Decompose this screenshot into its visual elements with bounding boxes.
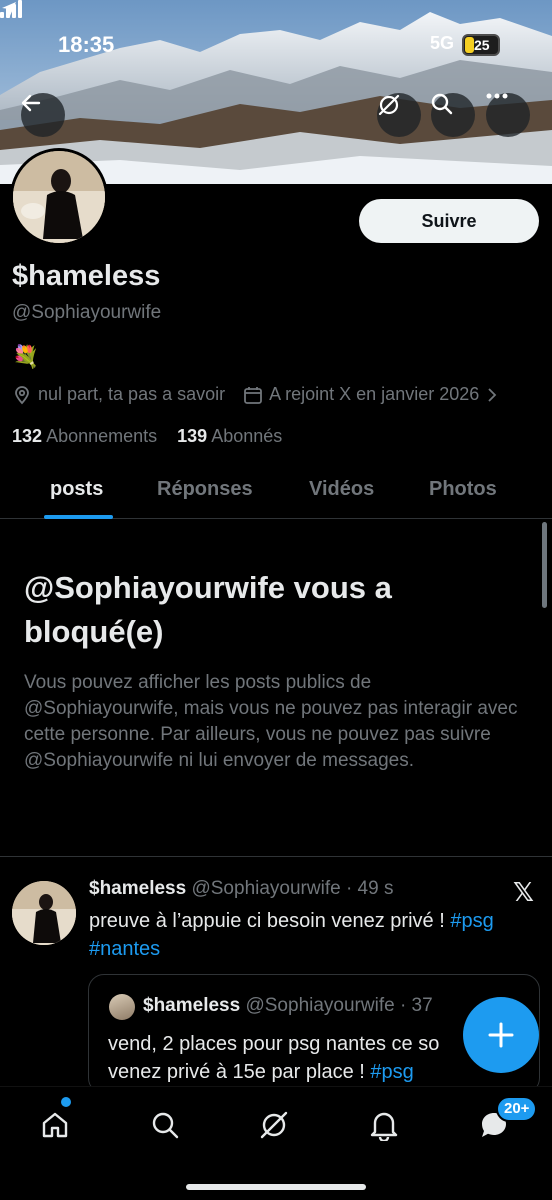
grok-icon	[260, 1111, 288, 1139]
signal-icon	[0, 0, 22, 18]
following-count: 132	[12, 426, 43, 446]
quote-text-line1: vend, 2 places pour psg nantes ce so	[108, 1033, 440, 1055]
tab-videos[interactable]: Vidéos	[309, 478, 374, 501]
blocked-text: Vous pouvez afficher les posts publics d…	[24, 672, 518, 771]
chevron-right-icon[interactable]	[487, 387, 497, 403]
tab-replies[interactable]: Réponses	[157, 478, 253, 501]
back-arrow-icon	[21, 94, 41, 112]
bell-icon	[370, 1112, 398, 1141]
following-link[interactable]: 132 Abonnements	[12, 426, 157, 446]
post-header: $hameless @Sophiayourwife · 49 s	[89, 878, 393, 900]
tab-posts[interactable]: posts	[50, 478, 103, 501]
profile-meta: nul part, ta pas a savoir A rejoint X en…	[12, 384, 503, 405]
battery-percent: 25	[474, 37, 490, 53]
post-text: preuve à l’appuie ci besoin venez privé …	[89, 907, 539, 963]
hashtag-nantes[interactable]: #nantes	[89, 938, 160, 960]
nav-notifications[interactable]	[364, 1105, 404, 1145]
x-logo-icon: 𝕏	[513, 877, 534, 907]
post-text-body: preuve à l’appuie ci besoin venez privé …	[89, 910, 451, 932]
compose-button[interactable]	[463, 997, 539, 1073]
profile-avatar[interactable]	[10, 148, 108, 246]
quote-hashtag-psg[interactable]: #psg	[370, 1061, 413, 1083]
home-icon	[42, 1112, 68, 1138]
network-type: 5G	[430, 33, 455, 53]
status-time: 18:35	[58, 32, 115, 57]
tab-photos[interactable]: Photos	[429, 478, 497, 501]
bottom-nav	[0, 1086, 552, 1200]
more-button[interactable]	[486, 93, 530, 137]
calendar-icon	[243, 385, 263, 405]
profile-name: $hameless	[12, 260, 161, 292]
back-button[interactable]	[21, 93, 65, 137]
status-bar: 18:35 5G 25	[0, 0, 552, 90]
post-meta: @Sophiayourwife · 49 s	[191, 878, 394, 899]
nav-home[interactable]	[35, 1105, 75, 1145]
quote-meta: @Sophiayourwife · 37	[245, 995, 433, 1016]
post-avatar-image	[12, 881, 76, 945]
profile-handle: @Sophiayourwife	[12, 302, 162, 323]
followers-label: Abonnés	[211, 426, 283, 446]
battery-icon: 25	[462, 34, 500, 56]
quote-header: $hameless @Sophiayourwife · 37	[143, 995, 433, 1017]
blocked-title: @Sophiayourwife vous a bloqué(e)	[24, 570, 392, 649]
follow-button[interactable]: Suivre	[359, 199, 539, 243]
battery-level	[465, 37, 474, 53]
home-indicator	[186, 1184, 366, 1190]
divider	[0, 856, 552, 857]
location-icon	[12, 385, 32, 405]
quote-author-name: $hameless	[143, 995, 241, 1016]
active-tab-indicator	[44, 515, 113, 519]
search-icon	[152, 1112, 179, 1139]
quote-avatar	[109, 994, 135, 1020]
post-avatar[interactable]	[12, 881, 76, 945]
messages-badge: 20+	[496, 1096, 538, 1122]
nav-grok[interactable]	[254, 1105, 294, 1145]
post-author-name[interactable]: $hameless	[89, 878, 186, 899]
profile-counts: 132 Abonnements 139 Abonnés	[12, 426, 282, 447]
profile-joined: A rejoint X en janvier 2026	[269, 384, 480, 404]
followers-count: 139	[177, 426, 208, 446]
hashtag-psg[interactable]: #psg	[450, 910, 493, 932]
home-notification-dot	[61, 1097, 71, 1107]
following-label: Abonnements	[46, 426, 158, 446]
profile-location: nul part, ta pas a savoir	[38, 384, 226, 404]
avatar-image	[13, 151, 105, 243]
search-button[interactable]	[431, 93, 475, 137]
more-icon	[486, 93, 508, 99]
grok-icon	[378, 94, 400, 116]
grok-button[interactable]	[377, 93, 421, 137]
profile-tabs: posts Réponses Vidéos Photos	[0, 460, 552, 519]
avatar-photo	[13, 151, 105, 243]
search-icon	[431, 93, 453, 115]
plus-icon	[488, 1022, 514, 1048]
nav-search[interactable]	[145, 1105, 185, 1145]
profile-bio: 💐	[12, 344, 40, 369]
quote-text-line2: venez privé à 15e par place !	[108, 1061, 371, 1083]
followers-link[interactable]: 139 Abonnés	[177, 426, 282, 446]
scrollbar[interactable]	[542, 522, 547, 608]
